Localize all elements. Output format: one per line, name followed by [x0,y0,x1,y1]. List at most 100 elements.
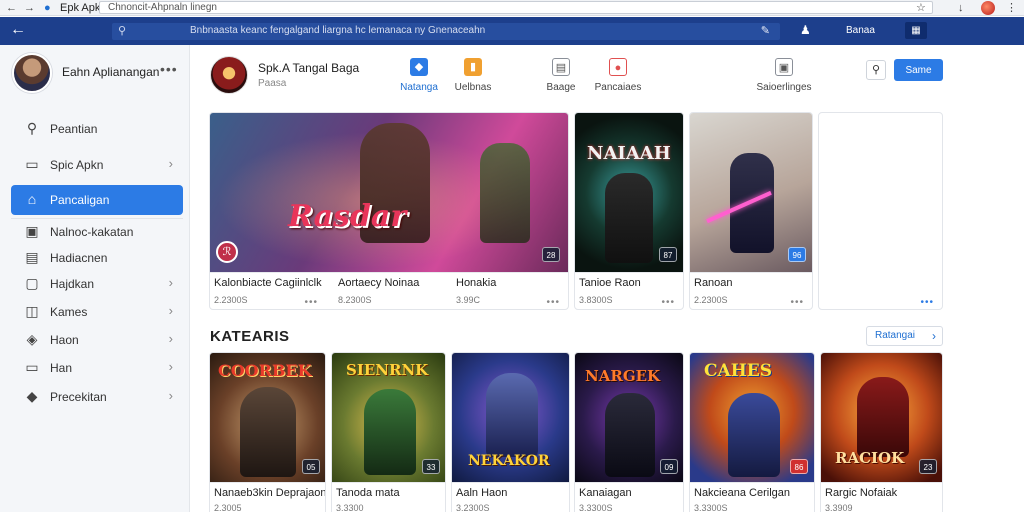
folder-icon: ▭ [25,359,39,375]
art-orc [364,389,416,475]
search-button[interactable]: ⚲ [866,60,886,80]
more-icon[interactable]: ••• [920,297,934,308]
game-card[interactable]: RACIOK 23 Rargic Nofaiak 3.3909 [820,352,943,512]
card-meta: 8.2300S [338,295,372,305]
chevron-right-icon: › [168,331,173,346]
card-title: Ranoan [694,277,733,289]
card-title: Nakcieana Cerilgan [694,487,790,499]
game-art-title: CAHES [704,361,773,381]
download-icon[interactable]: ↓ [958,1,964,15]
sidebar-item-bag[interactable]: ▢ Hajdkan › [11,269,183,299]
featured-card-empty[interactable]: ••• [818,112,943,310]
game-art-title: NARGEK [585,367,661,385]
featured-card[interactable]: Rasdar ℛ Kalonbiacte Cagiinlclk 2.2300S … [209,112,569,310]
address-bar[interactable]: Chnoncit-Ahpnaln linegn [99,1,933,14]
game-art-title: RACIOK [835,449,905,467]
chat-icon: ▭ [25,156,39,172]
book-icon: ▮ [464,58,482,76]
see-all-label: Ratangai [875,330,916,341]
grid-menu-icon[interactable]: ▦ [905,22,927,39]
user-icon[interactable]: ♟ [800,23,811,37]
tab-label: Uelbnas [454,82,492,93]
art-dark-warrior [605,393,655,477]
browser-toolbar: ← → ● Epk Apkn Chnoncit-Ahpnaln linegn ☆… [0,0,1024,16]
back-arrow-icon[interactable]: ← [6,1,17,15]
sidebar-item-label: Haon [50,333,79,347]
layers-icon: ◈ [26,331,38,347]
featured-card[interactable]: NAIAAH 87 Tanioe Raon 3.8300S ••• [574,112,684,310]
same-button[interactable]: Same [894,59,943,81]
store-icon: ⌂ [27,191,37,207]
card-title: Honakia [456,277,497,289]
search-text: Bnbnaasta keanc fengalgand liargna hc le… [190,25,486,36]
more-icon[interactable]: ••• [661,297,675,308]
app-logo [210,56,248,94]
photo-icon: ▣ [25,223,39,239]
tab-label: Natanga [400,82,438,93]
sidebar-item-store[interactable]: ⌂ Pancaligan [11,185,183,215]
box-icon: ◫ [25,303,39,319]
card-title: Tanoda mata [336,487,400,499]
card-meta: 3.3300 [336,503,364,512]
sidebar-item-layers[interactable]: ◈ Haon › [11,325,183,355]
tab-saioerlinges[interactable]: ▣ Saioerlinges [754,58,814,100]
game-card[interactable]: CAHES 86 Nakcieana Cerilgan 3.3300S [689,352,815,512]
game-card[interactable]: SIENRNK 33 Tanoda mata 3.3300 [331,352,446,512]
featured-art-title: Rasdar [288,199,407,234]
search-input[interactable]: ⚲ Bnbnaasta keanc fengalgand liargna hc … [112,23,780,40]
bookmark-star-icon[interactable]: ☆ [916,1,926,15]
game-card[interactable]: NEKAKOR Aaln Haon 3.2300S [451,352,570,512]
mic-icon[interactable]: ✎ [761,24,770,37]
sidebar-item-box[interactable]: ◫ Kames › [11,297,183,327]
card-meta: 2.2300S [214,295,248,305]
sidebar-item-label: Peantian [50,122,98,136]
site-favicon-icon: ● [44,2,51,14]
app-subtitle: Paasa [258,78,287,89]
tab-baage[interactable]: ▤ Baage [542,58,580,100]
chevron-right-icon: › [168,275,173,290]
back-icon[interactable]: ← [10,21,26,39]
search-icon: ⚲ [26,120,38,136]
inbox-icon: ▣ [775,58,793,76]
art-armored-hero [486,373,538,457]
more-icon[interactable]: ••• [304,297,318,308]
more-icon[interactable]: ••• [546,297,560,308]
browser-profile-avatar[interactable] [981,1,995,15]
art-knight [240,387,296,477]
sidebar-item-label: Kames [50,305,88,319]
avatar[interactable] [12,53,52,93]
chevron-right-icon: › [932,329,936,343]
tab-label: Baage [546,82,576,93]
signin-link[interactable]: Banaa [846,25,875,36]
sidebar-item-label: Spic Apkn [50,158,104,172]
rating-badge: 96 [788,247,806,262]
rating-badge: 09 [660,459,678,474]
tab-natanga[interactable]: ◆ Natanga [395,58,443,100]
sidebar-item-tag[interactable]: ◆ Precekitan › [11,382,183,412]
sidebar-item-label: Han [50,361,73,375]
featured-card[interactable]: 96 Ranoan 2.2300S ••• [689,112,813,310]
shield-icon: ◆ [410,58,428,76]
card-meta: 3.3300S [579,503,613,512]
sidebar-item-search[interactable]: ⚲ Peantian [11,114,183,144]
featured-logo-badge: ℛ [216,241,238,263]
sidebar-item-folder[interactable]: ▭ Han › [11,353,183,383]
card-title: Tanioe Raon [579,277,641,289]
sidebar-item-label: Hajdkan [50,277,95,291]
game-card[interactable]: NARGEK 09 Kanaiagan 3.3300S [574,352,684,512]
tab-pancaiaes[interactable]: ● Pancaiaes [592,58,644,100]
chevron-right-icon: › [168,156,173,171]
game-card[interactable]: COORBEK 05 Nanaeb3kin Deprajaont 2.3005 [209,352,326,512]
browser-menu-icon[interactable]: ⋮ [1006,1,1017,15]
rating-badge: 23 [919,459,937,474]
game-art: NEKAKOR [452,353,569,483]
sidebar-item-chat[interactable]: ▭ Spic Apkn › [11,150,183,180]
forward-arrow-icon[interactable]: → [24,1,35,15]
more-options-icon[interactable]: ••• [160,61,178,77]
tab-label: Pancaiaes [594,82,642,93]
more-icon[interactable]: ••• [790,297,804,308]
chevron-right-icon: › [168,303,173,318]
tab-uelbnas[interactable]: ▮ Uelbnas [450,58,496,100]
section-title: KATEARIS [210,328,290,345]
see-all-link[interactable]: Ratangai › [866,326,943,346]
